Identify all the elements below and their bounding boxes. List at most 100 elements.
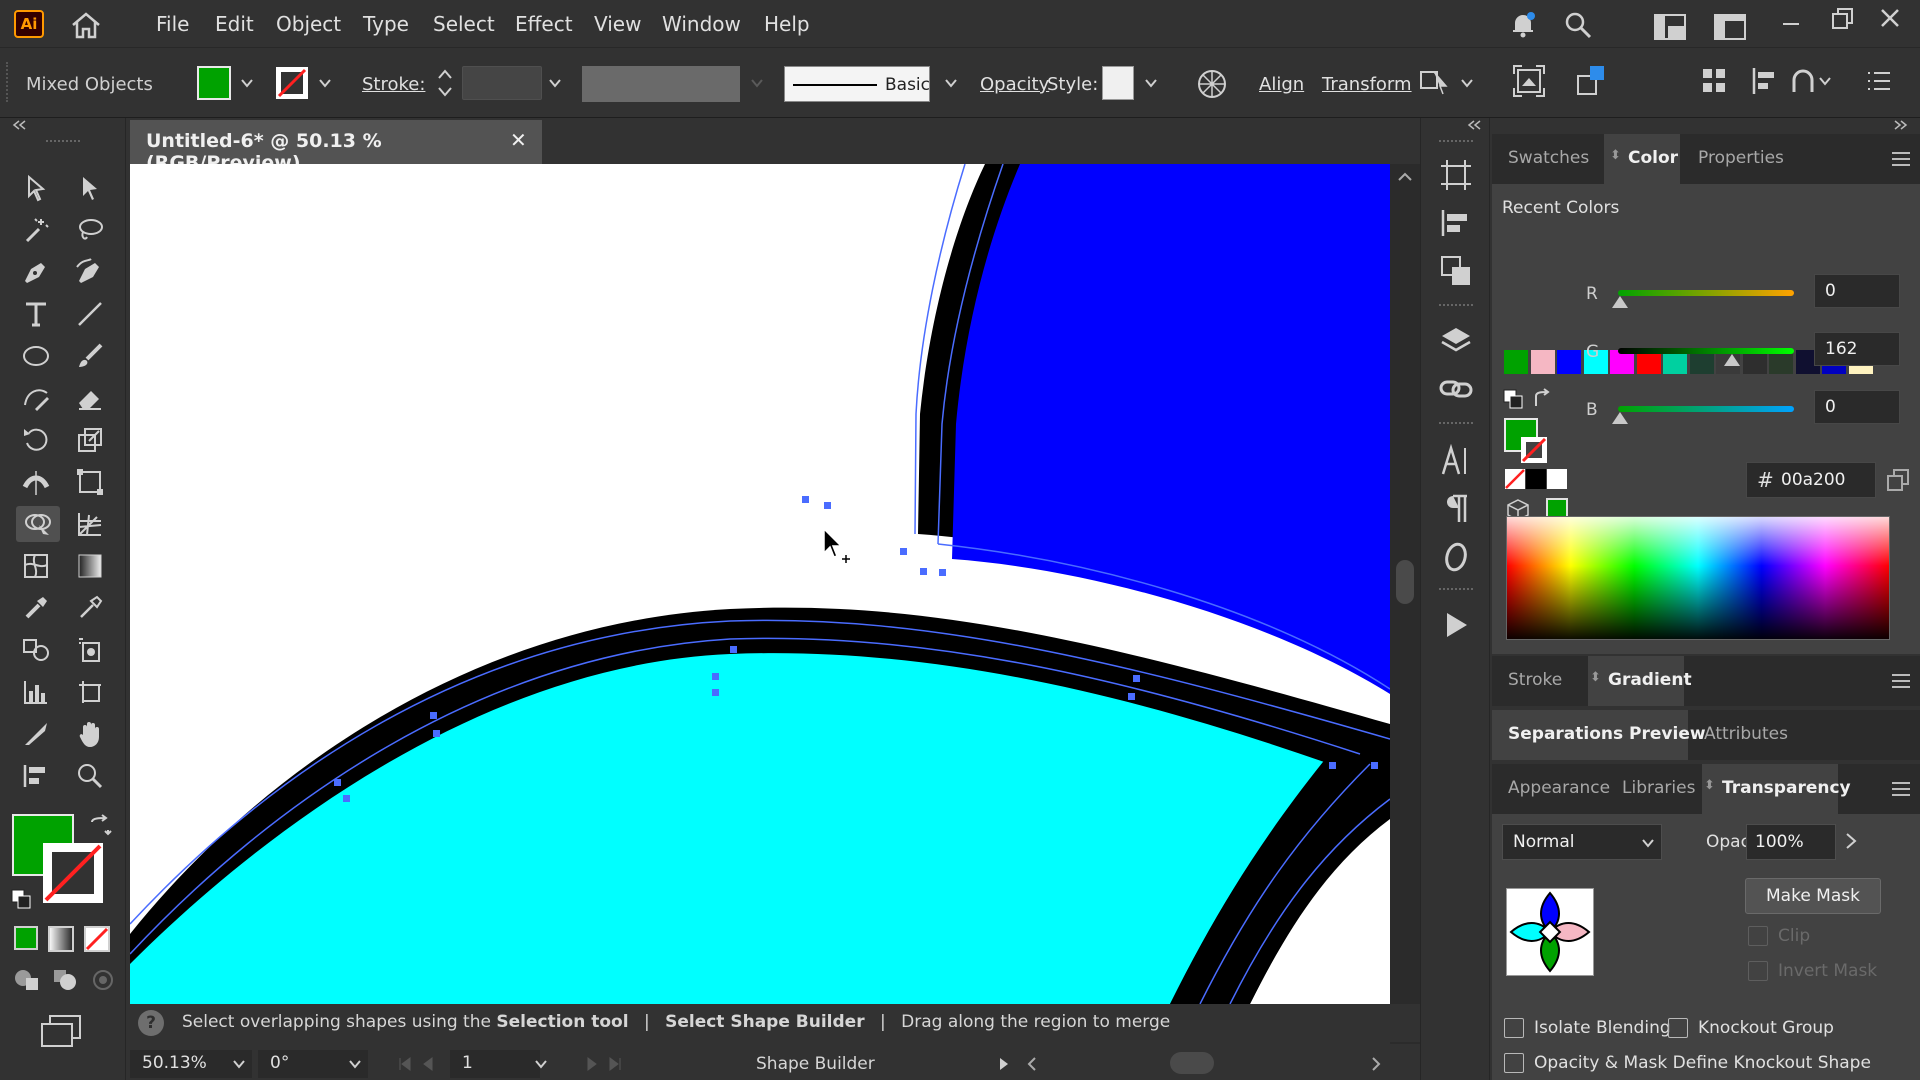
puppet-warp-icon[interactable] <box>1418 66 1450 98</box>
eyedropper-tool[interactable] <box>16 590 56 626</box>
variable-width-profile[interactable] <box>582 66 740 102</box>
arrange-documents-icon[interactable] <box>1714 14 1746 40</box>
panel-stroke-swatch[interactable] <box>1520 436 1548 464</box>
hand-tool[interactable] <box>70 716 110 752</box>
artboard-tool[interactable] <box>70 674 110 710</box>
direct-selection-tool[interactable] <box>70 170 110 206</box>
shaper-tool[interactable] <box>16 380 56 416</box>
make-mask-button[interactable]: Make Mask <box>1745 878 1881 914</box>
menu-view[interactable]: View <box>594 12 641 36</box>
gradient-panel-menu-icon[interactable] <box>1892 674 1910 688</box>
menu-select[interactable]: Select <box>433 12 495 36</box>
tab-libraries[interactable]: Libraries <box>1622 778 1695 798</box>
menu-window[interactable]: Window <box>662 12 741 36</box>
invert-mask-checkbox[interactable] <box>1748 961 1768 981</box>
control-bar-menu-icon[interactable] <box>1866 70 1892 92</box>
scroll-right-icon[interactable] <box>1370 1056 1382 1072</box>
opacity-slider-arrow-icon[interactable] <box>1844 832 1858 850</box>
graphic-style-swatch[interactable] <box>1102 66 1134 100</box>
g-slider-track[interactable] <box>1618 348 1794 354</box>
toolbar-grip[interactable] <box>46 140 80 144</box>
color-panel-menu-icon[interactable] <box>1892 152 1910 166</box>
b-slider-knob[interactable] <box>1612 412 1628 424</box>
slice-tool[interactable] <box>16 716 56 752</box>
layers-panel-icon[interactable] <box>1439 324 1473 358</box>
brush-dropdown-icon[interactable] <box>944 76 958 90</box>
blend-mode-select[interactable]: Normal <box>1502 824 1662 860</box>
draw-inside-icon[interactable] <box>88 966 118 994</box>
recent-color-swatch[interactable] <box>1504 350 1528 374</box>
actions-play-icon[interactable] <box>1439 608 1473 642</box>
vertical-scroll-thumb[interactable] <box>1396 560 1414 604</box>
rotate-tool[interactable] <box>16 422 56 458</box>
b-slider-track[interactable] <box>1618 406 1794 412</box>
tab-swatches[interactable]: Swatches <box>1508 148 1589 168</box>
scroll-up-icon[interactable] <box>1398 172 1412 182</box>
isolate-object-icon[interactable] <box>1512 64 1546 98</box>
curvature-tool[interactable] <box>70 254 110 290</box>
tab-color[interactable]: Color <box>1628 148 1678 168</box>
collapse-panels-icon[interactable] <box>1894 120 1908 130</box>
profile-dropdown-icon[interactable] <box>750 76 764 90</box>
close-document-icon[interactable]: ✕ <box>510 128 527 152</box>
knockout-group-checkbox[interactable] <box>1668 1018 1688 1038</box>
isolate-blending-checkbox[interactable] <box>1504 1018 1524 1038</box>
align-left-icon[interactable] <box>1750 66 1780 96</box>
draw-normal-icon[interactable] <box>12 966 42 994</box>
help-icon[interactable]: ? <box>138 1010 164 1036</box>
rotation-field[interactable]: 0° <box>258 1050 368 1078</box>
restore-icon[interactable] <box>1830 6 1856 32</box>
align-distribute-icon[interactable] <box>1700 66 1728 96</box>
stroke-weight-field[interactable] <box>462 66 542 100</box>
control-bar-grip[interactable] <box>6 62 12 102</box>
opacity-link[interactable]: Opacity <box>980 74 1049 95</box>
artwork[interactable] <box>130 164 1390 1004</box>
document-tab[interactable]: Untitled-6* @ 50.13 % (RGB/Preview) ✕ <box>130 120 542 174</box>
recent-color-swatch[interactable] <box>1530 350 1555 374</box>
menu-file[interactable]: File <box>156 12 189 36</box>
tab-collapse-arrows-icon[interactable]: ⬍ <box>1610 148 1621 163</box>
current-tool-name[interactable]: Shape Builder <box>756 1054 875 1074</box>
opacity-mask-knockout-checkbox[interactable] <box>1504 1053 1524 1073</box>
swap-fill-stroke-icon[interactable] <box>88 814 112 838</box>
first-previous-artboard-icon[interactable] <box>398 1056 446 1072</box>
r-value-field[interactable]: 0 <box>1814 274 1900 308</box>
expand-dock-icon[interactable] <box>1467 120 1481 130</box>
symbol-sprayer-tool[interactable] <box>70 632 110 668</box>
more-options-dropdown-icon[interactable] <box>1460 76 1474 90</box>
menu-effect[interactable]: Effect <box>515 12 573 36</box>
artwork-thumbnail[interactable] <box>1506 888 1594 976</box>
draw-behind-icon[interactable] <box>50 966 80 994</box>
copy-hex-icon[interactable] <box>1886 468 1912 494</box>
g-slider-knob[interactable] <box>1724 354 1740 366</box>
tab-transparency-arrows-icon[interactable]: ⬍ <box>1704 778 1715 793</box>
menu-type[interactable]: Type <box>363 12 409 36</box>
hex-field[interactable]: # 00a200 <box>1746 462 1876 498</box>
menu-object[interactable]: Object <box>276 12 341 36</box>
type-tool[interactable] <box>16 296 56 332</box>
blend-tool[interactable] <box>16 632 56 668</box>
color-spectrum[interactable] <box>1506 516 1890 640</box>
tab-properties[interactable]: Properties <box>1698 148 1784 168</box>
stroke-dropdown-arrow-icon[interactable] <box>318 76 332 90</box>
close-window-icon[interactable] <box>1878 6 1902 30</box>
recolor-artwork-icon[interactable] <box>1196 68 1228 100</box>
brush-definition[interactable]: Basic <box>784 66 930 102</box>
tab-transparency[interactable]: Transparency <box>1722 778 1851 798</box>
stroke-weight-dropdown-icon[interactable] <box>548 76 562 90</box>
column-graph-tool[interactable] <box>16 674 56 710</box>
r-slider-knob[interactable] <box>1612 296 1628 308</box>
dock-grip-3[interactable] <box>1439 422 1473 426</box>
align-panel-icon[interactable] <box>1439 206 1473 240</box>
artboard-canvas[interactable] <box>130 164 1390 1004</box>
magic-wand-tool[interactable] <box>16 212 56 248</box>
artboards-panel-icon[interactable] <box>1439 158 1473 192</box>
menu-edit[interactable]: Edit <box>215 12 254 36</box>
path-options-icon[interactable] <box>1790 66 1834 96</box>
artboard-dropdown-icon[interactable] <box>534 1058 548 1070</box>
tab-appearance[interactable]: Appearance <box>1508 778 1610 798</box>
zoom-dropdown-icon[interactable] <box>232 1058 246 1070</box>
style-dropdown-icon[interactable] <box>1144 76 1158 90</box>
vertical-scrollbar[interactable] <box>1390 164 1420 1044</box>
fill-dropdown-arrow-icon[interactable] <box>240 76 254 90</box>
